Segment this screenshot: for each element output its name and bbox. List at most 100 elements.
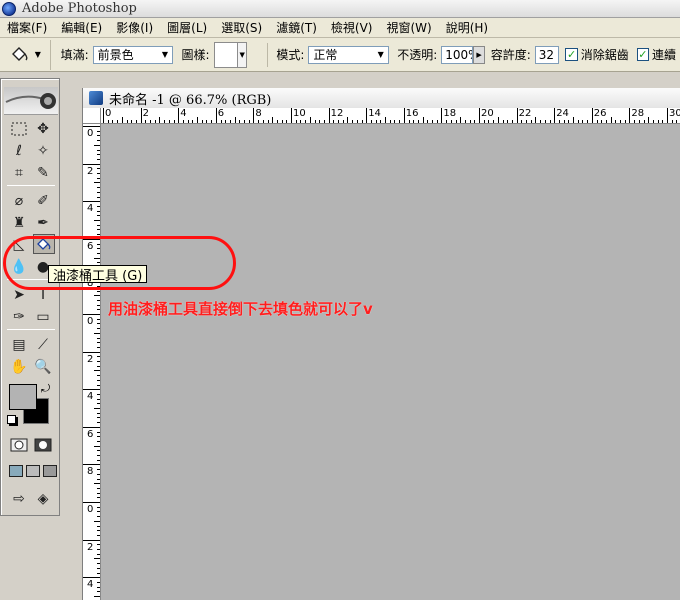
jump-to-imageready-icon[interactable]: ⇨ [8, 489, 30, 509]
ruler-origin[interactable] [83, 108, 101, 124]
menu-edit[interactable]: 編輯(E) [54, 19, 109, 36]
menu-filter[interactable]: 濾鏡(T) [269, 19, 324, 36]
lasso-tool-icon[interactable]: ℓ [8, 141, 30, 161]
opacity-slider-button[interactable]: ▶ [473, 45, 485, 64]
menu-layer[interactable]: 圖層(L) [160, 19, 214, 36]
zoom-tool-icon[interactable]: 🔍 [32, 357, 54, 377]
swap-colors-icon[interactable]: ⤾ [41, 382, 50, 396]
ruler-minor-tick [94, 144, 100, 146]
contiguous-checkbox[interactable]: ✓ [636, 48, 649, 61]
tolerance-input[interactable]: 32 [534, 45, 560, 64]
screen-mode-full-icon[interactable] [43, 465, 57, 477]
photoshop-eye-logo-icon[interactable] [4, 87, 58, 115]
ruler-label: 4 [87, 391, 94, 403]
foreground-color-swatch[interactable] [9, 384, 37, 410]
pen-tool-icon[interactable]: ✑ [8, 307, 30, 327]
fill-select[interactable]: 前景色 ▼ [92, 45, 174, 64]
toolbox-divider [7, 329, 55, 330]
default-colors-icon[interactable] [7, 415, 16, 424]
document-title-bar[interactable]: 未命名 -1 @ 66.7% (RGB) [83, 88, 680, 108]
crop-tool-icon[interactable]: ⌗ [8, 163, 30, 183]
ruler-label: 30 [669, 108, 680, 119]
brush-tool-icon[interactable]: ✐ [32, 191, 54, 211]
ruler-tick [253, 108, 255, 123]
ruler-tick [366, 108, 368, 123]
screen-mode-standard-icon[interactable] [9, 465, 23, 477]
chevron-down-icon: ▼ [157, 46, 173, 63]
ruler-label: 8 [255, 108, 262, 119]
slice-tool-icon[interactable]: ✎ [32, 163, 54, 183]
eye-feather-icon [5, 93, 56, 109]
ruler-minor-tick [159, 117, 161, 123]
move-tool-icon[interactable]: ✥ [32, 119, 54, 139]
document-window: 未命名 -1 @ 66.7% (RGB) 0 2 4 6 8 10 12 14 16 18 20 22… [82, 88, 680, 600]
ruler-tick [103, 108, 104, 123]
ruler-minor-tick [422, 117, 424, 123]
quick-mask-mode-icon[interactable] [32, 435, 54, 455]
app-title: Adobe Photoshop [22, 1, 137, 16]
ruler-tick [83, 577, 100, 579]
tool-preset-picker[interactable]: ▼ [0, 39, 51, 70]
ruler-minor-tick [94, 408, 100, 409]
ruler-tick [215, 108, 217, 123]
imageready-icon[interactable]: ◈ [32, 489, 54, 509]
mode-select[interactable]: 正常 ▼ [308, 45, 390, 64]
eyedropper-tool-icon[interactable]: ⟋ [32, 335, 54, 355]
notes-tool-icon[interactable]: ▤ [8, 335, 30, 355]
menu-window[interactable]: 視窗(W) [379, 19, 438, 36]
menu-select[interactable]: 選取(S) [214, 19, 269, 36]
ruler-tick [629, 108, 631, 123]
ruler-tick [83, 426, 100, 428]
ruler-minor-tick [121, 117, 123, 123]
ruler-tick [83, 163, 100, 165]
ruler-minor-tick [94, 445, 100, 447]
healing-brush-tool-icon[interactable]: ⌀ [8, 191, 30, 211]
ruler-label: 0 [87, 316, 94, 327]
document-canvas[interactable] [101, 124, 680, 600]
ruler-tick [479, 108, 480, 123]
ruler-label: 4 [87, 203, 94, 215]
menu-file[interactable]: 檔案(F) [0, 19, 54, 36]
ruler-label: 8 [87, 466, 94, 478]
menu-view[interactable]: 檢視(V) [324, 19, 380, 36]
ruler-minor-tick [94, 558, 100, 560]
options-bar: ▼ 填滿: 前景色 ▼ 圖樣: ▼ 模式: 正常 ▼ 不透明: 100% ▶ 容… [0, 38, 680, 72]
opacity-input[interactable]: 100% [441, 45, 474, 64]
ruler-label: 6 [87, 428, 94, 440]
ruler-tick [667, 108, 668, 123]
ruler-tick [516, 108, 518, 123]
ruler-label: 2 [87, 353, 94, 365]
ruler-minor-tick [385, 117, 386, 123]
ruler-minor-tick [94, 332, 100, 334]
chevron-down-icon: ▼ [34, 50, 41, 59]
toolbox-panel: ✥ ℓ ✧ ⌗ ✎ ⌀ ✐ ♜ ✒ ◺ 💧 ● ➤ T ✑ ▭ ▤ ⟋ ✋ 🔍 … [0, 78, 60, 516]
clone-stamp-tool-icon[interactable]: ♜ [8, 213, 30, 233]
toolbox-divider [7, 185, 55, 186]
menu-help[interactable]: 說明(H) [439, 19, 495, 36]
menu-image[interactable]: 影像(I) [109, 19, 160, 36]
ruler-minor-tick [94, 520, 100, 522]
ruler-minor-tick [309, 117, 311, 123]
hand-tool-icon[interactable]: ✋ [8, 357, 30, 377]
history-brush-tool-icon[interactable]: ✒ [32, 213, 54, 233]
vertical-ruler[interactable]: 0246802468024 [83, 124, 101, 600]
pattern-swatch[interactable] [213, 41, 238, 68]
ruler-minor-tick [94, 596, 100, 597]
screen-mode-full-menu-icon[interactable] [26, 465, 40, 477]
ruler-tick [83, 314, 100, 315]
pattern-dropdown-button[interactable]: ▼ [237, 41, 248, 68]
ruler-label: 6 [217, 108, 225, 119]
menu-bar: 檔案(F) 編輯(E) 影像(I) 圖層(L) 選取(S) 濾鏡(T) 檢視(V… [0, 18, 680, 38]
shape-tool-icon[interactable]: ▭ [32, 307, 54, 327]
ruler-label: 4 [87, 579, 94, 591]
tool-tooltip: 油漆桶工具 (G) [48, 265, 148, 284]
magic-wand-tool-icon[interactable]: ✧ [32, 141, 54, 161]
horizontal-ruler[interactable]: 024681012141618202224262830 [101, 108, 680, 124]
antialias-checkbox[interactable]: ✓ [565, 48, 578, 61]
ruler-minor-tick [94, 182, 100, 184]
ruler-label: 0 [87, 128, 94, 139]
marquee-tool-icon[interactable] [8, 119, 30, 139]
standard-mode-icon[interactable] [8, 435, 30, 455]
opacity-label: 不透明: [397, 48, 438, 62]
fill-value: 前景色 [97, 48, 134, 62]
